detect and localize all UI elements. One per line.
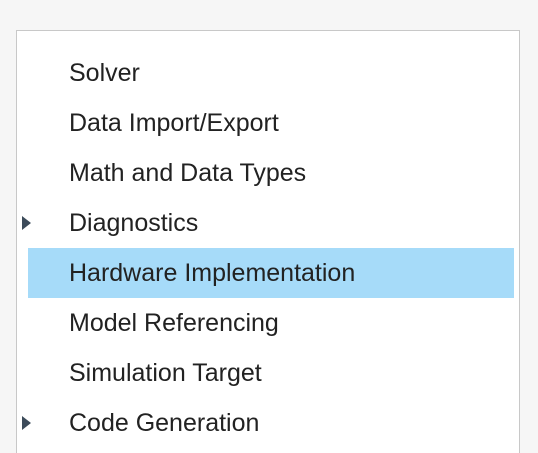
tree-item-label: Code Generation xyxy=(69,409,260,437)
tree-item-code-generation[interactable]: Code Generation xyxy=(17,398,519,448)
configuration-page: Solver Data Import/Export Math and Data … xyxy=(0,0,538,453)
settings-tree: Solver Data Import/Export Math and Data … xyxy=(17,48,519,448)
caret-right-icon[interactable] xyxy=(22,416,31,430)
tree-item-label: Data Import/Export xyxy=(69,109,279,137)
tree-item-label: Model Referencing xyxy=(69,309,279,337)
tree-item-math-and-data-types[interactable]: Math and Data Types xyxy=(17,148,519,198)
tree-item-solver[interactable]: Solver xyxy=(17,48,519,98)
tree-item-data-import-export[interactable]: Data Import/Export xyxy=(17,98,519,148)
tree-item-label: Hardware Implementation xyxy=(69,259,356,287)
tree-item-label: Simulation Target xyxy=(69,359,262,387)
tree-item-hardware-implementation[interactable]: Hardware Implementation xyxy=(28,248,514,298)
caret-right-icon[interactable] xyxy=(22,216,31,230)
tree-item-model-referencing[interactable]: Model Referencing xyxy=(17,298,519,348)
tree-item-simulation-target[interactable]: Simulation Target xyxy=(17,348,519,398)
tree-item-diagnostics[interactable]: Diagnostics xyxy=(17,198,519,248)
tree-item-label: Solver xyxy=(69,59,140,87)
settings-tree-panel: Solver Data Import/Export Math and Data … xyxy=(16,30,520,453)
tree-item-label: Diagnostics xyxy=(69,209,199,237)
tree-item-label: Math and Data Types xyxy=(69,159,307,187)
